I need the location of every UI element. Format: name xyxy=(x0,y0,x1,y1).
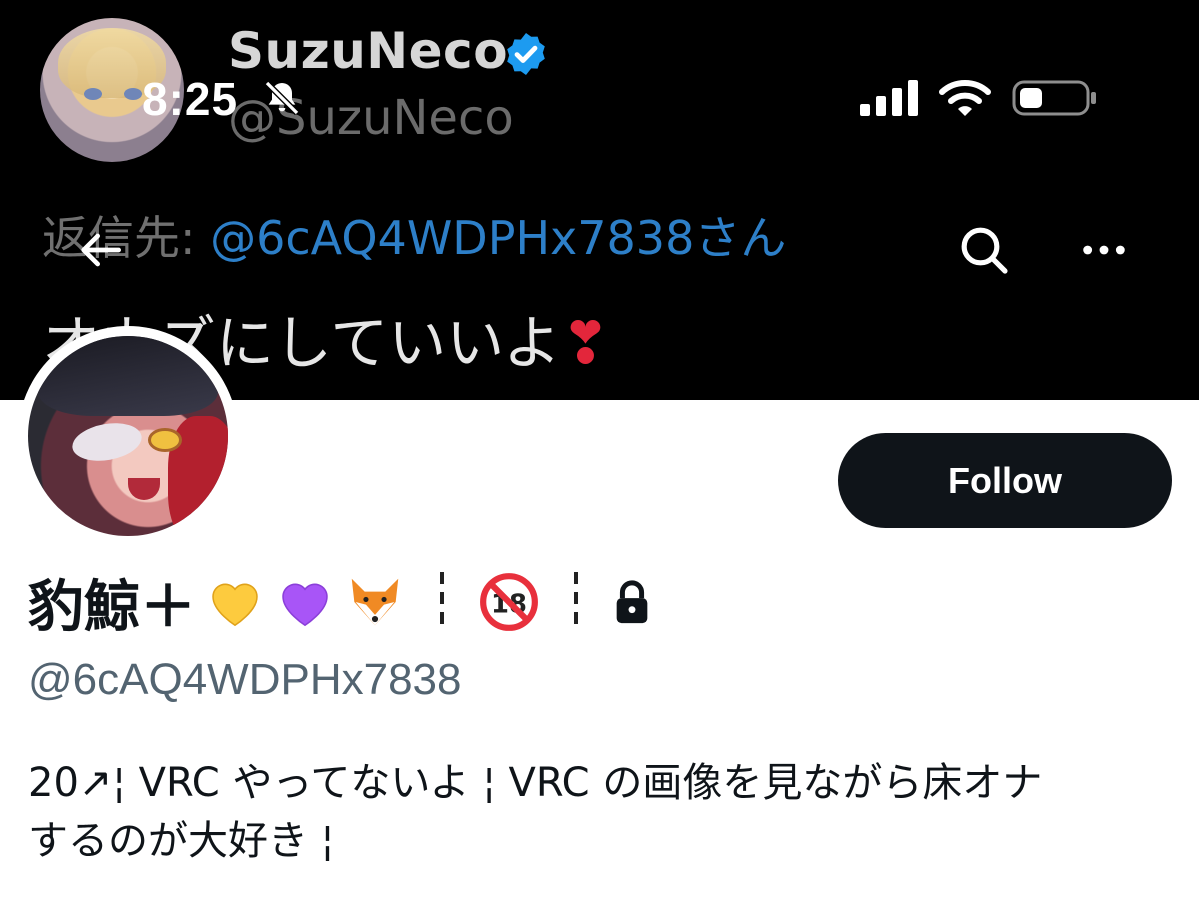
profile-bio: 20↗¦ VRC やってないよ ¦ VRC の画像を見ながら床オナ するのが大好… xyxy=(28,754,1178,870)
back-arrow-icon[interactable] xyxy=(72,222,128,278)
signal-icon xyxy=(860,80,918,116)
follow-button[interactable]: Follow xyxy=(838,433,1172,528)
fox-face-icon xyxy=(351,578,399,626)
bio-line: するのが大好き ¦ xyxy=(28,818,335,864)
heart-exclamation-icon: ❣ xyxy=(561,309,610,377)
profile-avatar[interactable] xyxy=(18,326,238,546)
status-time: 8:25 xyxy=(142,73,239,125)
no-one-under-eighteen-icon: 18 xyxy=(480,573,538,631)
banner-reply-line: 返信先: @6cAQ4WDPHx7838さん xyxy=(42,202,786,268)
banner-author-name: SuzuNeco xyxy=(228,22,509,80)
display-name-row: 豹鯨＋ 18 xyxy=(28,566,652,640)
silent-bell-icon xyxy=(264,80,300,116)
profile-handle: @6cAQ4WDPHx7838 xyxy=(28,655,462,704)
reply-mention: @6cAQ4WDPHx7838さん xyxy=(210,211,787,265)
display-name: 豹鯨＋ xyxy=(28,574,196,640)
more-options-icon[interactable] xyxy=(1076,222,1132,278)
lock-icon xyxy=(616,580,648,624)
yellow-heart-icon xyxy=(212,583,258,627)
verified-badge-icon xyxy=(507,33,545,75)
separator xyxy=(574,572,578,632)
separator xyxy=(440,572,444,632)
battery-icon xyxy=(1012,80,1096,116)
wifi-icon xyxy=(939,80,991,116)
bio-line: 20↗¦ VRC やってないよ ¦ VRC の画像を見ながら床オナ xyxy=(28,760,1043,806)
purple-heart-icon xyxy=(282,583,328,627)
search-icon[interactable] xyxy=(956,222,1012,278)
